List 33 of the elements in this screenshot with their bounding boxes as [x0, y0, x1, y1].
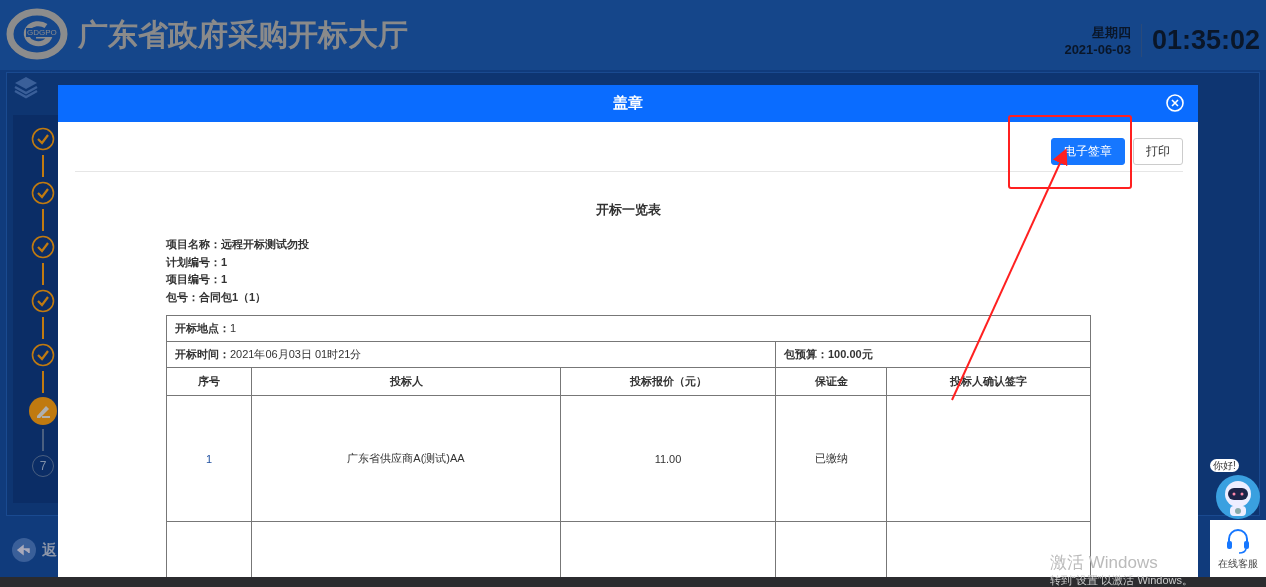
- logo-text: GDGPO: [26, 28, 58, 37]
- robot-avatar-icon: [1215, 474, 1261, 520]
- table-cell: 11.00: [560, 395, 776, 522]
- table-cell: 已缴纳: [775, 395, 887, 522]
- customer-service-button[interactable]: 在线客服: [1210, 520, 1266, 577]
- print-button[interactable]: 打印: [1133, 138, 1183, 165]
- close-icon[interactable]: [1166, 94, 1184, 112]
- dialog-title: 盖章: [613, 94, 643, 113]
- table-cell: 1: [166, 395, 252, 522]
- speech-bubble: 你好!: [1210, 459, 1239, 472]
- column-header: 投标报价（元）: [560, 367, 776, 396]
- info-line: 项目名称：远程开标测试勿投: [166, 237, 310, 252]
- column-header: 序号: [166, 367, 252, 396]
- column-header: 保证金: [775, 367, 887, 396]
- table-cell: 开标地点：1: [166, 315, 1091, 342]
- activation-hint: 转到“设置”以激活 Windows。: [1050, 573, 1193, 587]
- info-line: 项目编号：1: [166, 272, 229, 287]
- table-cell: 广东省供应商A(测试)AA: [251, 395, 561, 522]
- back-link[interactable]: 返: [42, 540, 57, 560]
- customer-service-label: 在线客服: [1218, 556, 1258, 571]
- clock-text: 01:35:02: [1151, 24, 1260, 56]
- column-header: 投标人: [251, 367, 561, 396]
- info-line: 计划编号：1: [166, 254, 229, 270]
- logo-icon: [6, 8, 68, 60]
- headset-icon: [1225, 526, 1251, 555]
- table-cell: 包预算：100.00元: [775, 341, 1091, 368]
- weekday-text: 星期四: [1090, 23, 1131, 42]
- info-line: 包号：合同包1（1）: [166, 289, 268, 305]
- layers-icon: [13, 75, 39, 99]
- document-title: 开标一览表: [594, 201, 662, 219]
- date-text: 2021-06-03: [1064, 41, 1131, 57]
- site-title: 广东省政府采购开标大厅: [78, 16, 409, 53]
- table-cell: 开标时间：2021年06月03日 01时21分: [166, 341, 776, 368]
